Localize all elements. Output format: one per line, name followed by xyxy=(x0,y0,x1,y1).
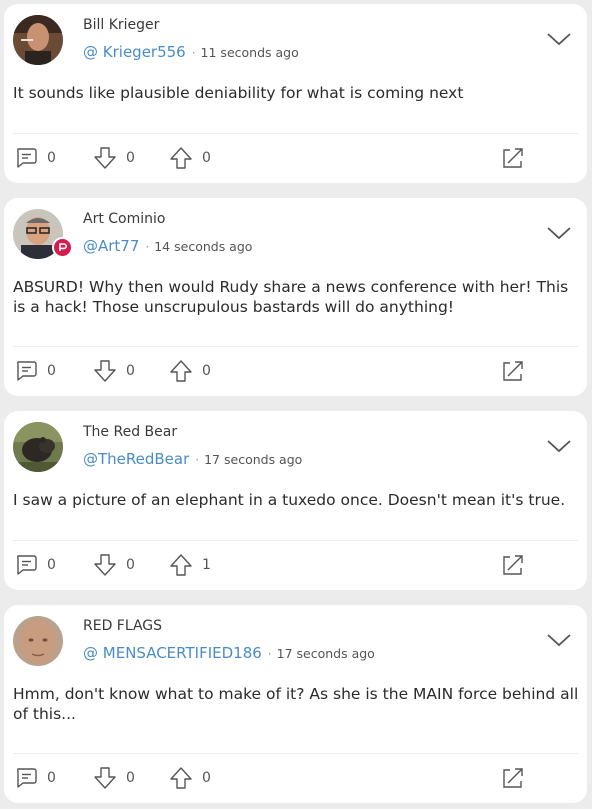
post-text: It sounds like plausible deniability for… xyxy=(13,84,464,102)
author-name[interactable]: RED FLAGS xyxy=(83,618,162,634)
post-meta: @Art77 · 14 seconds ago xyxy=(83,237,252,255)
meta-separator: · xyxy=(267,647,272,661)
meta-separator: · xyxy=(145,240,150,254)
comment-count: 0 xyxy=(47,150,56,166)
meta-separator: · xyxy=(191,46,196,60)
expand-icon[interactable] xyxy=(501,146,525,170)
comment-icon xyxy=(17,361,37,381)
downvote-count: 0 xyxy=(126,770,135,786)
author-name[interactable]: Art Cominio xyxy=(83,211,165,227)
comment-button[interactable]: 0 xyxy=(14,359,56,383)
comment-count: 0 xyxy=(47,770,56,786)
comment-icon xyxy=(17,555,37,575)
upvote-count: 0 xyxy=(202,363,211,379)
post-card: Bill Krieger @ Krieger556 · 11 seconds ago… xyxy=(4,4,587,183)
downvote-button[interactable]: 0 xyxy=(93,359,135,383)
downvote-icon xyxy=(94,767,116,789)
upvote-count: 0 xyxy=(202,770,211,786)
comment-count: 0 xyxy=(47,557,56,573)
upvote-button[interactable]: 0 xyxy=(169,146,211,170)
comment-icon xyxy=(17,768,37,788)
post-time: 11 seconds ago xyxy=(200,45,299,60)
post-time: 17 seconds ago xyxy=(276,646,375,661)
downvote-count: 0 xyxy=(126,363,135,379)
meta-separator: · xyxy=(195,453,200,467)
comment-button[interactable]: 0 xyxy=(14,553,56,577)
author-name[interactable]: Bill Krieger xyxy=(83,17,159,33)
downvote-icon xyxy=(94,360,116,382)
chevron-down-icon[interactable] xyxy=(546,31,572,47)
upvote-icon xyxy=(170,147,192,169)
chevron-down-icon[interactable] xyxy=(546,632,572,648)
author-handle[interactable]: @ Krieger556 xyxy=(83,43,186,61)
author-handle[interactable]: @ MENSACERTIFIED186 xyxy=(83,644,262,662)
post-card: Art Cominio @Art77 · 14 seconds ago ABSURD… xyxy=(4,198,587,396)
downvote-button[interactable]: 0 xyxy=(93,146,135,170)
divider xyxy=(13,753,578,754)
divider xyxy=(13,346,578,347)
expand-icon[interactable] xyxy=(501,359,525,383)
downvote-icon xyxy=(94,554,116,576)
comment-count: 0 xyxy=(47,363,56,379)
author-handle[interactable]: @TheRedBear xyxy=(83,450,189,468)
upvote-icon xyxy=(170,554,192,576)
divider xyxy=(13,540,578,541)
avatar[interactable] xyxy=(13,422,63,472)
upvote-button[interactable]: 1 xyxy=(169,553,211,577)
post-meta: @ Krieger556 · 11 seconds ago xyxy=(83,43,299,61)
post-text: I saw a picture of an elephant in a tuxe… xyxy=(13,491,566,509)
upvote-icon xyxy=(170,360,192,382)
expand-icon[interactable] xyxy=(501,766,525,790)
comment-icon xyxy=(17,148,37,168)
upvote-count: 1 xyxy=(202,557,211,573)
comment-button[interactable]: 0 xyxy=(14,766,56,790)
downvote-icon xyxy=(94,147,116,169)
upvote-icon xyxy=(170,767,192,789)
author-name[interactable]: The Red Bear xyxy=(83,424,177,440)
post-meta: @ MENSACERTIFIED186 · 17 seconds ago xyxy=(83,644,375,662)
avatar[interactable] xyxy=(13,15,63,65)
comment-button[interactable]: 0 xyxy=(14,146,56,170)
upvote-button[interactable]: 0 xyxy=(169,359,211,383)
divider xyxy=(13,133,578,134)
parler-badge xyxy=(52,237,73,258)
author-handle[interactable]: @Art77 xyxy=(83,237,139,255)
upvote-button[interactable]: 0 xyxy=(169,766,211,790)
downvote-button[interactable]: 0 xyxy=(93,553,135,577)
post-text: Hmm, don't know what to make of it? As s… xyxy=(13,685,579,723)
chevron-down-icon[interactable] xyxy=(546,225,572,241)
post-time: 17 seconds ago xyxy=(204,452,303,467)
downvote-count: 0 xyxy=(126,150,135,166)
post-meta: @TheRedBear · 17 seconds ago xyxy=(83,450,302,468)
post-card: RED FLAGS @ MENSACERTIFIED186 · 17 seconds… xyxy=(4,605,587,803)
upvote-count: 0 xyxy=(202,150,211,166)
downvote-count: 0 xyxy=(126,557,135,573)
post-text: ABSURD! Why then would Rudy share a news… xyxy=(13,278,569,316)
downvote-button[interactable]: 0 xyxy=(93,766,135,790)
avatar[interactable] xyxy=(13,616,63,666)
chevron-down-icon[interactable] xyxy=(546,438,572,454)
post-card: The Red Bear @TheRedBear · 17 seconds ago … xyxy=(4,411,587,590)
expand-icon[interactable] xyxy=(501,553,525,577)
post-time: 14 seconds ago xyxy=(154,239,253,254)
